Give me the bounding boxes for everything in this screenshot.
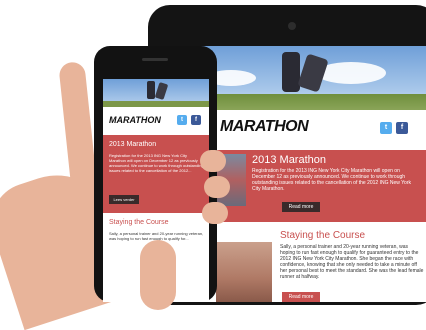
hand-finger	[204, 176, 230, 198]
article-text: Registration for the 2013 ING New York C…	[252, 168, 411, 192]
phone-speaker	[142, 58, 168, 61]
twitter-icon[interactable]: t	[177, 115, 187, 125]
facebook-icon[interactable]: f	[396, 122, 408, 134]
tablet-camera	[288, 22, 296, 30]
runner-leg-image	[147, 81, 155, 99]
article-title: 2013 Marathon	[252, 154, 326, 166]
read-more-button[interactable]: Read more	[282, 202, 320, 212]
article-title: Staying the Course	[280, 230, 366, 241]
twitter-icon[interactable]: t	[380, 122, 392, 134]
article-title: Staying the Course	[109, 219, 169, 226]
article-text: Registration for the 2013 ING New York C…	[109, 153, 204, 173]
hand-finger	[202, 202, 228, 224]
article-text: Sally, a personal trainer and 20-year ru…	[280, 244, 424, 280]
article-photo	[216, 242, 272, 302]
read-more-button[interactable]: Lees verder	[109, 195, 139, 204]
article-title: 2013 Marathon	[109, 141, 157, 148]
read-more-button[interactable]: Read more	[282, 292, 320, 302]
marathon-logo[interactable]: MARATHON	[109, 115, 161, 125]
hand-finger	[140, 240, 176, 310]
marathon-logo[interactable]: MARATHON	[220, 118, 309, 136]
runner-leg-image	[282, 52, 300, 92]
facebook-icon[interactable]: f	[191, 115, 201, 125]
hand-finger	[200, 150, 226, 172]
